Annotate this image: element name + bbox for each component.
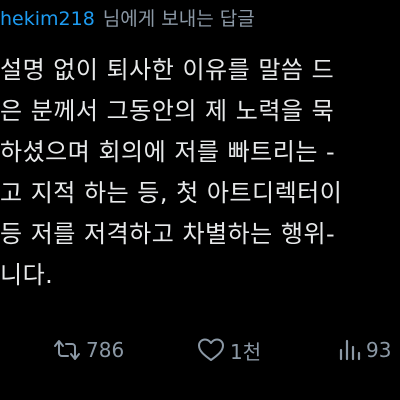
tweet-body: 설명 없이 퇴사한 이유를 말씀 드 은 분께서 그동안의 제 노력을 묵 하셨… xyxy=(0,50,400,296)
like-button[interactable]: 1천 xyxy=(196,330,261,370)
reply-suffix-text: 님에게 보내는 답글 xyxy=(102,8,255,30)
body-line: 고 지적 하는 등, 첫 아트디렉터이 xyxy=(0,179,343,207)
retweet-icon xyxy=(54,340,80,360)
body-line: 은 분께서 그동안의 제 노력을 묵 xyxy=(0,97,335,125)
like-count: 1천 xyxy=(230,339,262,364)
body-line: 설명 없이 퇴사한 이유를 말씀 드 xyxy=(0,56,335,84)
views-button[interactable]: 93 xyxy=(336,330,391,370)
body-line: 등 저를 저격하고 차별하는 행위- xyxy=(0,220,336,248)
heart-icon xyxy=(198,338,224,361)
reply-username-link[interactable]: hekim218 xyxy=(0,8,95,30)
retweet-count: 786 xyxy=(86,338,125,362)
reply-header: hekim218 님에게 보내는 답글 xyxy=(0,4,255,34)
body-line: 니다. xyxy=(0,261,54,289)
body-line: 하셨으며 회의에 저를 빠트리는 - xyxy=(0,138,336,166)
views-count: 93 xyxy=(366,338,392,362)
views-icon xyxy=(339,339,361,361)
retweet-button[interactable]: 786 xyxy=(52,330,124,370)
action-bar: 786 1천 93 xyxy=(0,330,400,370)
